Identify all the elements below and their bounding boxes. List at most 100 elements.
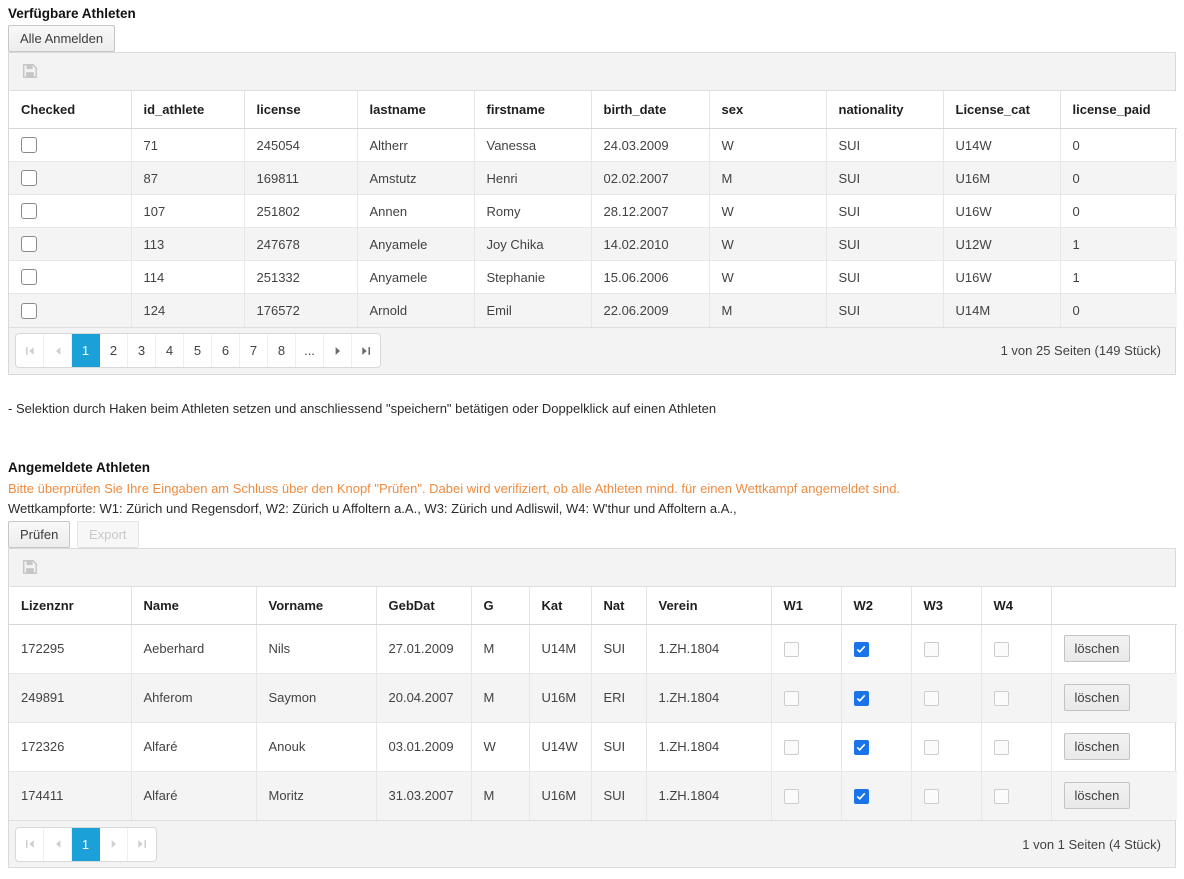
athlete-select-checkbox[interactable]	[21, 170, 37, 186]
column-header-Kat[interactable]: Kat	[529, 587, 591, 625]
available-athlete-row[interactable]: 107251802AnnenRomy28.12.2007WSUIU16W0	[9, 195, 1177, 228]
pager-page-button[interactable]: 7	[240, 334, 268, 367]
cell-verein: 1.ZH.1804	[646, 771, 771, 820]
pager-page-button[interactable]: 5	[184, 334, 212, 367]
column-header-Name[interactable]: Name	[131, 587, 256, 625]
pager-page-button[interactable]: 8	[268, 334, 296, 367]
pager-more-button[interactable]: ...	[296, 334, 324, 367]
checked-cell	[9, 129, 131, 162]
pager-page-button[interactable]: 3	[128, 334, 156, 367]
cell-id_athlete: 113	[131, 228, 244, 261]
cell-sex: W	[709, 129, 826, 162]
delete-button[interactable]: löschen	[1064, 782, 1131, 809]
w3-checkbox[interactable]	[924, 740, 939, 755]
w4-checkbox[interactable]	[994, 789, 1009, 804]
column-header-birth_date[interactable]: birth_date	[591, 91, 709, 129]
cell-birth_date: 14.02.2010	[591, 228, 709, 261]
w4-checkbox[interactable]	[994, 740, 1009, 755]
w2-checkbox[interactable]	[854, 642, 869, 657]
cell-gebdat: 27.01.2009	[376, 624, 471, 673]
column-header-W4[interactable]: W4	[981, 587, 1051, 625]
pager-next-button[interactable]	[324, 334, 352, 367]
available-athlete-row[interactable]: 114251332AnyameleStephanie15.06.2006WSUI…	[9, 261, 1177, 294]
cell-kat: U14W	[529, 722, 591, 771]
pager-prev-button	[44, 334, 72, 367]
column-header-License_cat[interactable]: License_cat	[943, 91, 1060, 129]
athlete-select-checkbox[interactable]	[21, 203, 37, 219]
column-header-Vorname[interactable]: Vorname	[256, 587, 376, 625]
registered-pager: 1 1 von 1 Seiten (4 Stück)	[9, 820, 1175, 867]
available-athletes-table: Checkedid_athletelicenselastnamefirstnam…	[9, 91, 1177, 327]
pager-prev-button	[44, 828, 72, 861]
available-athlete-row[interactable]: 87169811AmstutzHenri02.02.2007MSUIU16M0	[9, 162, 1177, 195]
column-header-license_paid[interactable]: license_paid	[1060, 91, 1177, 129]
cell-nationality: SUI	[826, 294, 943, 327]
column-header-W1[interactable]: W1	[771, 587, 841, 625]
column-header-W3[interactable]: W3	[911, 587, 981, 625]
enroll-all-button[interactable]: Alle Anmelden	[8, 25, 115, 52]
w1-checkbox[interactable]	[784, 789, 799, 804]
pager-last-button[interactable]	[352, 334, 380, 367]
cell-birth_date: 02.02.2007	[591, 162, 709, 195]
export-button: Export	[77, 521, 139, 548]
cell-nationality: SUI	[826, 228, 943, 261]
delete-button[interactable]: löschen	[1064, 635, 1131, 662]
cell-vorname: Nils	[256, 624, 376, 673]
column-header-G[interactable]: G	[471, 587, 529, 625]
column-header-firstname[interactable]: firstname	[474, 91, 591, 129]
registered-athletes-title: Angemeldete Athleten	[8, 460, 1176, 475]
pager-page-button[interactable]: 4	[156, 334, 184, 367]
w1-checkbox[interactable]	[784, 642, 799, 657]
column-header-Checked[interactable]: Checked	[9, 91, 131, 129]
delete-button[interactable]: löschen	[1064, 733, 1131, 760]
column-header-Lizenznr[interactable]: Lizenznr	[9, 587, 131, 625]
column-header-actions[interactable]	[1051, 587, 1177, 625]
column-header-GebDat[interactable]: GebDat	[376, 587, 471, 625]
athlete-select-checkbox[interactable]	[21, 236, 37, 252]
check-button[interactable]: Prüfen	[8, 521, 70, 548]
w4-checkbox[interactable]	[994, 691, 1009, 706]
delete-button[interactable]: löschen	[1064, 684, 1131, 711]
cell-gebdat: 31.03.2007	[376, 771, 471, 820]
w3-checkbox[interactable]	[924, 789, 939, 804]
column-header-id_athlete[interactable]: id_athlete	[131, 91, 244, 129]
available-athlete-row[interactable]: 113247678AnyameleJoy Chika14.02.2010WSUI…	[9, 228, 1177, 261]
pager-page-button[interactable]: 2	[100, 334, 128, 367]
column-header-Verein[interactable]: Verein	[646, 587, 771, 625]
athlete-select-checkbox[interactable]	[21, 137, 37, 153]
cell-id_athlete: 124	[131, 294, 244, 327]
column-header-Nat[interactable]: Nat	[591, 587, 646, 625]
pager-page-current[interactable]: 1	[72, 828, 100, 861]
athlete-select-checkbox[interactable]	[21, 303, 37, 319]
pager-page-current[interactable]: 1	[72, 334, 100, 367]
cell-license_cat: U12W	[943, 228, 1060, 261]
registered-grid-toolbar	[9, 549, 1175, 587]
w1-checkbox[interactable]	[784, 691, 799, 706]
save-icon[interactable]	[22, 559, 38, 575]
pager-next-button	[100, 828, 128, 861]
actions-cell: löschen	[1051, 624, 1177, 673]
available-athlete-row[interactable]: 124176572ArnoldEmil22.06.2009MSUIU14M0	[9, 294, 1177, 327]
w2-checkbox[interactable]	[854, 789, 869, 804]
column-header-sex[interactable]: sex	[709, 91, 826, 129]
cell-birth_date: 24.03.2009	[591, 129, 709, 162]
w3-checkbox[interactable]	[924, 691, 939, 706]
w4-checkbox[interactable]	[994, 642, 1009, 657]
column-header-nationality[interactable]: nationality	[826, 91, 943, 129]
available-athlete-row[interactable]: 71245054AltherrVanessa24.03.2009WSUIU14W…	[9, 129, 1177, 162]
column-header-lastname[interactable]: lastname	[357, 91, 474, 129]
w2-checkbox[interactable]	[854, 740, 869, 755]
pager-page-button[interactable]: 6	[212, 334, 240, 367]
w3-checkbox[interactable]	[924, 642, 939, 657]
w1-checkbox[interactable]	[784, 740, 799, 755]
athlete-select-checkbox[interactable]	[21, 269, 37, 285]
cell-nat: SUI	[591, 771, 646, 820]
cell-firstname: Joy Chika	[474, 228, 591, 261]
w2-checkbox[interactable]	[854, 691, 869, 706]
save-icon[interactable]	[22, 63, 38, 79]
checked-cell	[9, 195, 131, 228]
column-header-W2[interactable]: W2	[841, 587, 911, 625]
check-warning-text: Bitte überprüfen Sie Ihre Eingaben am Sc…	[8, 479, 1176, 498]
column-header-license[interactable]: license	[244, 91, 357, 129]
registered-athlete-row: 249891AhferomSaymon20.04.2007MU16MERI1.Z…	[9, 673, 1177, 722]
